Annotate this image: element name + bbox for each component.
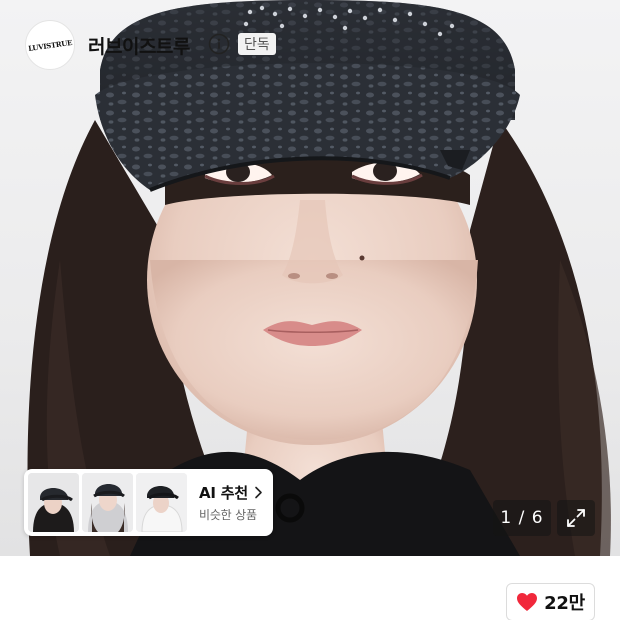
ai-recommend-title: AI 추천 xyxy=(199,484,249,502)
ai-thumbnail-2[interactable] xyxy=(82,473,133,532)
ai-recommend-subtitle: 비슷한 상품 xyxy=(199,508,257,522)
ai-thumbnail-1[interactable] xyxy=(28,473,79,532)
chevron-right-icon xyxy=(255,486,262,499)
ai-recommend-card[interactable]: AI 추천 비슷한 상품 xyxy=(24,469,273,536)
thumb-2 xyxy=(82,473,133,532)
product-detail-page: AI 추천 비슷한 상품 1 / 6 LUVISTRUE 러브이즈트루 단독 2… xyxy=(0,0,620,620)
like-button[interactable]: 22만 xyxy=(506,583,595,620)
ai-thumbnail-3[interactable] xyxy=(136,473,187,532)
image-counter: 1 / 6 xyxy=(493,500,551,536)
brand-name[interactable]: 러브이즈트루 xyxy=(88,32,190,59)
thumb-3 xyxy=(136,473,187,532)
info-icon[interactable] xyxy=(208,33,230,55)
thumb-1 xyxy=(28,473,79,532)
exclusive-badge: 단독 xyxy=(238,33,276,55)
heart-icon xyxy=(517,593,538,611)
expand-icon xyxy=(567,509,585,527)
like-count: 22만 xyxy=(544,593,585,614)
brand-logo[interactable]: LUVISTRUE xyxy=(25,20,75,70)
ai-title-row: AI 추천 xyxy=(199,482,263,503)
fullscreen-button[interactable] xyxy=(557,500,595,536)
brand-logo-text: LUVISTRUE xyxy=(27,37,73,53)
ai-recommend-text: AI 추천 비슷한 상품 xyxy=(199,482,263,523)
